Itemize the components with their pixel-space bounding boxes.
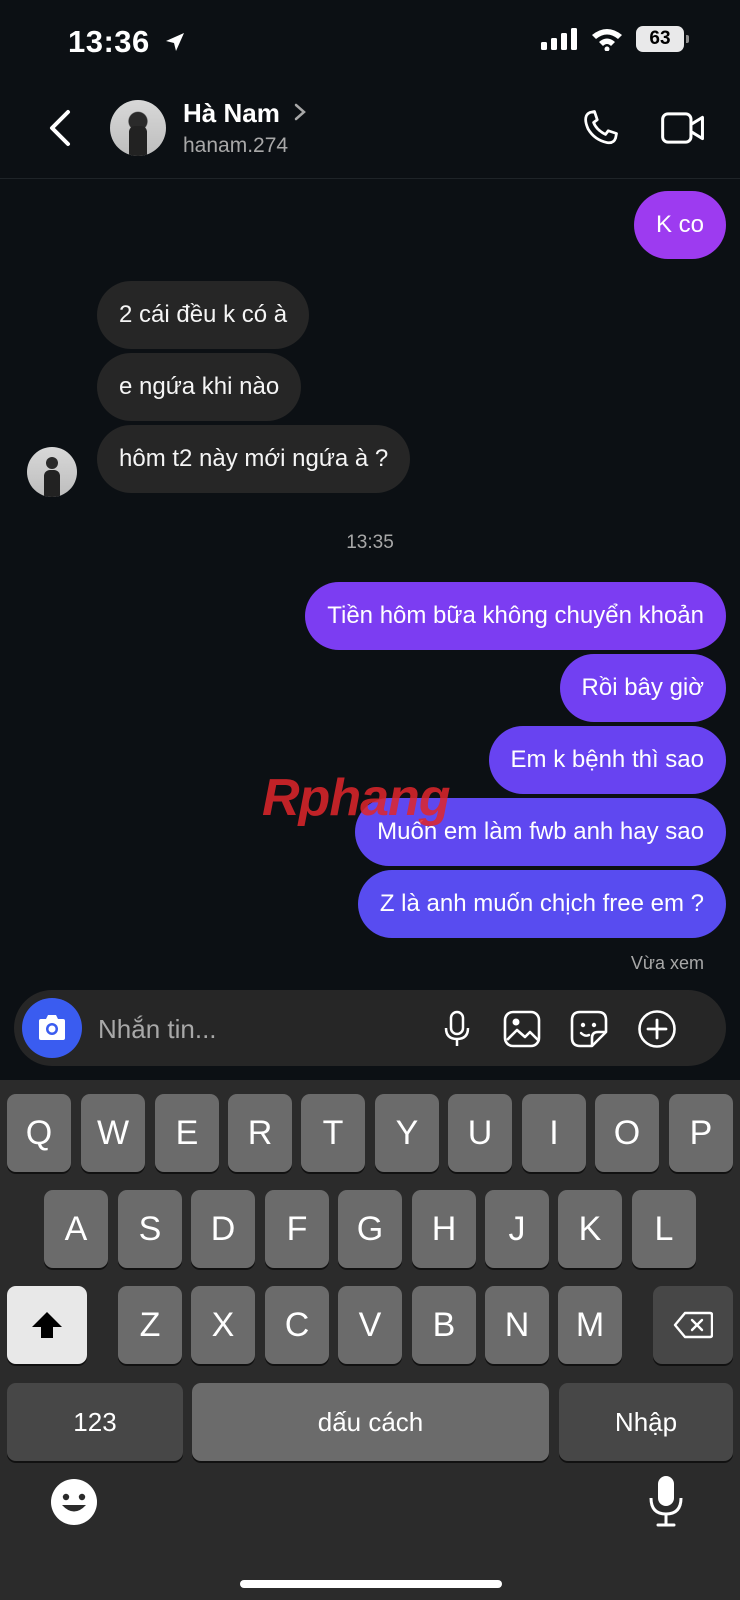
watermark-text: Rphang: [262, 769, 451, 827]
chat-header: Hà Nam hanam.274: [0, 88, 740, 179]
location-arrow-icon: [165, 33, 184, 51]
message-incoming[interactable]: 2 cái đều k có à: [97, 281, 310, 349]
dictation-mic-icon[interactable]: [648, 1474, 684, 1528]
shift-arrow-icon: [32, 1312, 62, 1338]
space-key[interactable]: dấu cách: [192, 1383, 549, 1461]
sticker-button[interactable]: [568, 1008, 610, 1050]
backspace-icon: [673, 1311, 713, 1339]
message-incoming[interactable]: e ngứa khi nào: [97, 353, 302, 421]
key-o[interactable]: O: [595, 1094, 659, 1172]
message-input[interactable]: [96, 1004, 430, 1054]
image-icon: [503, 1010, 541, 1048]
sticker-icon: [570, 1010, 608, 1048]
sender-avatar[interactable]: [27, 447, 77, 497]
battery-level: 63: [649, 28, 671, 49]
key-s[interactable]: S: [118, 1190, 182, 1268]
backspace-key[interactable]: [653, 1286, 733, 1364]
numbers-key[interactable]: 123: [7, 1383, 183, 1461]
key-r[interactable]: R: [228, 1094, 292, 1172]
camera-icon: [39, 1015, 65, 1040]
key-c[interactable]: C: [265, 1286, 329, 1364]
microphone-icon: [444, 1010, 470, 1046]
status-icons: 63: [540, 26, 689, 52]
seen-status: Vừa xem: [630, 953, 704, 973]
back-chevron-icon[interactable]: [46, 108, 76, 148]
key-k[interactable]: K: [558, 1190, 622, 1268]
key-j[interactable]: J: [485, 1190, 549, 1268]
key-l[interactable]: L: [632, 1190, 696, 1268]
key-p[interactable]: P: [669, 1094, 733, 1172]
keyboard: Q W E R T Y U I O P A S D F G H J K L Z …: [0, 1080, 740, 1600]
contact-avatar[interactable]: [110, 100, 166, 156]
key-a[interactable]: A: [44, 1190, 108, 1268]
camera-button[interactable]: [22, 998, 82, 1058]
key-h[interactable]: H: [412, 1190, 476, 1268]
key-m[interactable]: M: [558, 1286, 622, 1364]
message-incoming[interactable]: hôm t2 này mới ngứa à ?: [97, 425, 411, 493]
key-d[interactable]: D: [191, 1190, 255, 1268]
home-indicator[interactable]: [240, 1580, 502, 1588]
microphone-button[interactable]: [436, 1008, 478, 1050]
key-v[interactable]: V: [338, 1286, 402, 1364]
key-w[interactable]: W: [81, 1094, 145, 1172]
message-outgoing[interactable]: Z là anh muốn chịch free em ?: [357, 870, 726, 938]
wifi-icon: [592, 29, 622, 51]
message-outgoing[interactable]: K co: [633, 191, 726, 259]
key-u[interactable]: U: [448, 1094, 512, 1172]
key-g[interactable]: G: [338, 1190, 402, 1268]
emoji-icon[interactable]: [50, 1478, 98, 1526]
plus-circle-icon: [638, 1010, 676, 1048]
message-outgoing[interactable]: Rồi bây giờ: [559, 654, 726, 722]
message-timestamp: 13:35: [346, 532, 394, 553]
contact-username: hanam.274: [183, 134, 289, 157]
gallery-button[interactable]: [501, 1008, 543, 1050]
shift-key[interactable]: [7, 1286, 87, 1364]
status-time: 13:36: [68, 24, 187, 60]
contact-name-text: Hà Nam: [183, 98, 280, 128]
key-n[interactable]: N: [485, 1286, 549, 1364]
phone-call-icon[interactable]: [578, 106, 622, 150]
video-call-icon[interactable]: [660, 108, 706, 148]
key-b[interactable]: B: [412, 1286, 476, 1364]
key-f[interactable]: F: [265, 1190, 329, 1268]
key-x[interactable]: X: [191, 1286, 255, 1364]
watermark-logo: Rphang: [262, 768, 451, 828]
cellular-signal-icon: [541, 28, 577, 50]
return-key[interactable]: Nhập: [559, 1383, 733, 1461]
key-q[interactable]: Q: [7, 1094, 71, 1172]
key-t[interactable]: T: [301, 1094, 365, 1172]
message-outgoing[interactable]: Em k bệnh thì sao: [488, 726, 726, 794]
more-button[interactable]: [636, 1008, 678, 1050]
message-outgoing[interactable]: Tiền hôm bữa không chuyển khoản: [305, 582, 726, 650]
battery-indicator: 63: [636, 26, 689, 52]
key-y[interactable]: Y: [375, 1094, 439, 1172]
contact-name[interactable]: Hà Nam: [183, 98, 307, 129]
message-composer: [14, 990, 726, 1066]
status-time-text: 13:36: [68, 24, 150, 59]
key-i[interactable]: I: [522, 1094, 586, 1172]
key-e[interactable]: E: [155, 1094, 219, 1172]
chevron-right-icon: [294, 103, 306, 121]
key-z[interactable]: Z: [118, 1286, 182, 1364]
